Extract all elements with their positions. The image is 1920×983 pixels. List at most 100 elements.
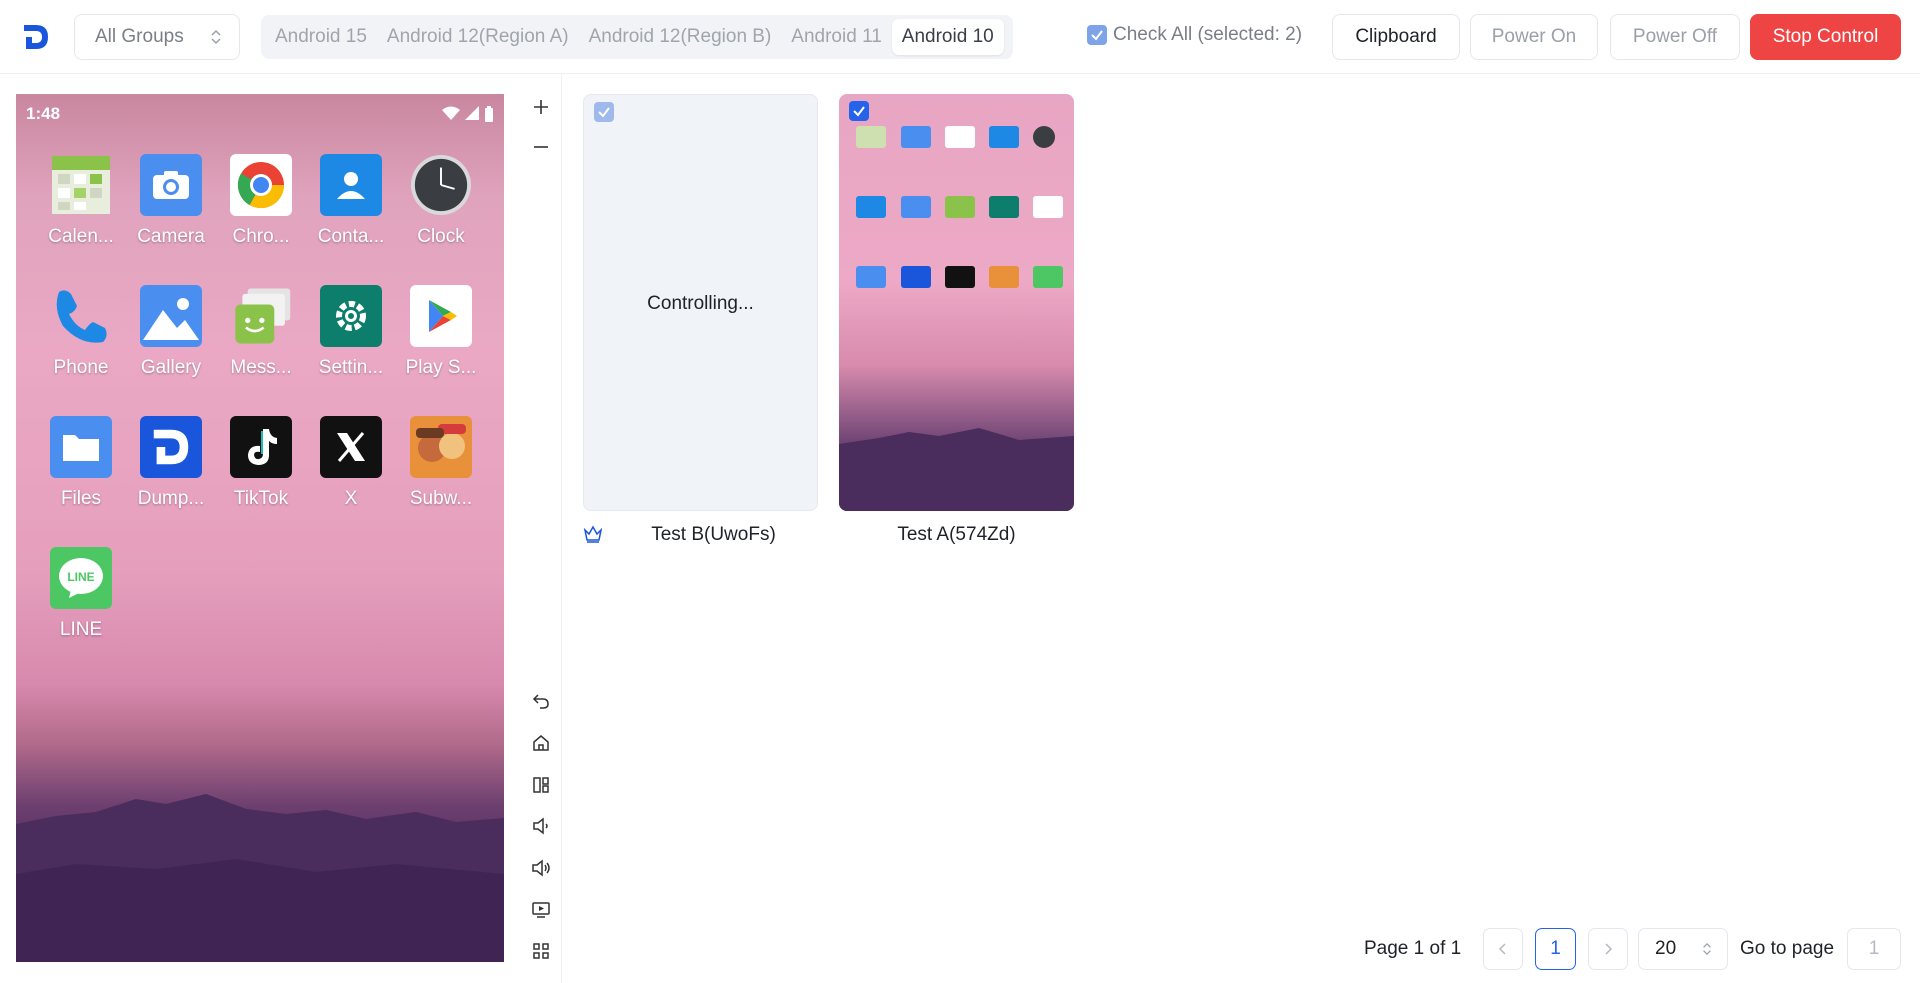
subway-icon — [410, 416, 472, 478]
goto-page-input[interactable]: 1 — [1847, 928, 1901, 970]
device-screen[interactable]: 1:48 Calen... Camera Chro... Conta... Cl… — [16, 94, 504, 962]
zoom-out-button[interactable] — [530, 136, 552, 158]
recent-apps-button[interactable] — [530, 774, 552, 796]
power-off-button[interactable]: Power Off — [1610, 14, 1740, 60]
mini-app-icon — [901, 126, 931, 148]
group-select-value: All Groups — [95, 26, 184, 47]
play-store-icon — [410, 285, 472, 347]
app-line[interactable]: LINE LINE — [36, 547, 126, 641]
grid-icon — [533, 943, 549, 959]
page-1-button[interactable]: 1 — [1535, 928, 1576, 970]
app-label: Subw... — [409, 488, 473, 509]
app-files[interactable]: Files — [36, 416, 126, 510]
volume-down-button[interactable] — [530, 815, 552, 837]
stop-control-button[interactable]: Stop Control — [1750, 14, 1901, 60]
page-size-select[interactable]: 20 — [1638, 928, 1728, 970]
svg-text:LINE: LINE — [67, 570, 94, 584]
volume-up-button[interactable] — [530, 857, 552, 879]
app-contacts[interactable]: Conta... — [306, 154, 396, 248]
app-logo[interactable] — [20, 21, 52, 53]
line-icon: LINE — [50, 547, 112, 609]
app-camera[interactable]: Camera — [126, 154, 216, 248]
app-label: Play S... — [405, 357, 477, 378]
app-label: Calen... — [48, 226, 114, 247]
check-icon — [853, 106, 865, 117]
wallpaper-mountains — [16, 794, 504, 962]
screen-record-icon — [532, 902, 550, 918]
app-label: Dump... — [137, 488, 205, 509]
device-name: Test B(UwoFs) — [651, 524, 776, 545]
chrome-icon — [230, 154, 292, 216]
app-chrome[interactable]: Chro... — [216, 154, 306, 248]
zoom-in-button[interactable] — [530, 96, 552, 118]
device-checkbox[interactable] — [849, 101, 869, 121]
mini-app-icon — [901, 196, 931, 218]
app-x[interactable]: X — [306, 416, 396, 510]
app-gallery[interactable]: Gallery — [126, 285, 216, 379]
power-on-button[interactable]: Power On — [1470, 14, 1598, 60]
mini-app-icon — [989, 196, 1019, 218]
next-page-button[interactable] — [1588, 928, 1628, 970]
tiktok-icon — [230, 416, 292, 478]
check-all-checkbox[interactable] — [1087, 25, 1107, 45]
minus-icon — [534, 146, 548, 148]
calendar-icon — [50, 154, 112, 216]
app-tiktok[interactable]: TikTok — [216, 416, 306, 510]
tab-android-11[interactable]: Android 11 — [781, 19, 892, 55]
check-icon — [1091, 30, 1103, 41]
device-card-test-a[interactable] — [839, 94, 1074, 511]
app-messages[interactable]: Mess... — [216, 285, 306, 379]
tab-android-12-region-b[interactable]: Android 12(Region B) — [579, 19, 782, 55]
app-label: Chro... — [232, 226, 290, 247]
device-card-test-b[interactable]: Controlling... — [583, 94, 818, 511]
app-clock[interactable]: Clock — [396, 154, 486, 248]
clock-icon — [410, 154, 472, 216]
back-icon — [532, 694, 549, 709]
prev-page-button[interactable] — [1483, 928, 1523, 970]
volume-down-icon — [533, 817, 548, 835]
back-button[interactable] — [530, 690, 552, 712]
page-size-value: 20 — [1655, 938, 1677, 959]
tab-android-15[interactable]: Android 15 — [265, 19, 377, 55]
tab-android-10[interactable]: Android 10 — [891, 19, 1004, 55]
mini-app-icon — [989, 126, 1019, 148]
app-dump[interactable]: Dump... — [126, 416, 216, 510]
check-icon — [598, 107, 610, 118]
app-label: Mess... — [230, 357, 292, 378]
clipboard-button[interactable]: Clipboard — [1332, 14, 1460, 60]
grid-view-button[interactable] — [530, 940, 552, 962]
app-subway[interactable]: Subw... — [396, 416, 486, 510]
device-name: Test A(574Zd) — [897, 524, 1016, 545]
device-checkbox[interactable] — [594, 102, 614, 122]
app-calendar[interactable]: Calen... — [36, 154, 126, 248]
app-label: Settin... — [318, 357, 384, 378]
home-button[interactable] — [530, 732, 552, 754]
app-label: Clock — [417, 226, 465, 247]
app-settings[interactable]: Settin... — [306, 285, 396, 379]
app-phone[interactable]: Phone — [36, 285, 126, 379]
mini-app-icon — [856, 266, 886, 288]
mini-app-icon — [1033, 126, 1055, 148]
app-label: Camera — [137, 226, 205, 247]
app-label: Files — [60, 488, 102, 509]
app-play-store[interactable]: Play S... — [396, 285, 486, 379]
camera-icon — [140, 154, 202, 216]
mini-app-icon — [945, 266, 975, 288]
tab-android-12-region-a[interactable]: Android 12(Region A) — [377, 19, 579, 55]
mini-app-icon — [989, 266, 1019, 288]
app-label: LINE — [59, 619, 103, 640]
app-label: Gallery — [140, 357, 202, 378]
group-select[interactable]: All Groups — [74, 14, 240, 60]
plus-icon — [534, 100, 548, 114]
home-icon — [533, 735, 549, 751]
page-summary: Page 1 of 1 — [1364, 938, 1462, 959]
mini-app-icon — [856, 196, 886, 218]
mini-app-icon — [1033, 266, 1063, 288]
mini-app-icon — [945, 126, 975, 148]
status-bar: 1:48 — [26, 100, 494, 128]
screen-record-button[interactable] — [530, 899, 552, 921]
check-all[interactable]: Check All (selected: 2) — [1087, 24, 1302, 46]
wifi-icon — [442, 106, 460, 120]
top-toolbar: All Groups Android 15 Android 12(Region … — [0, 0, 1920, 74]
chevron-updown-icon — [1703, 942, 1711, 956]
